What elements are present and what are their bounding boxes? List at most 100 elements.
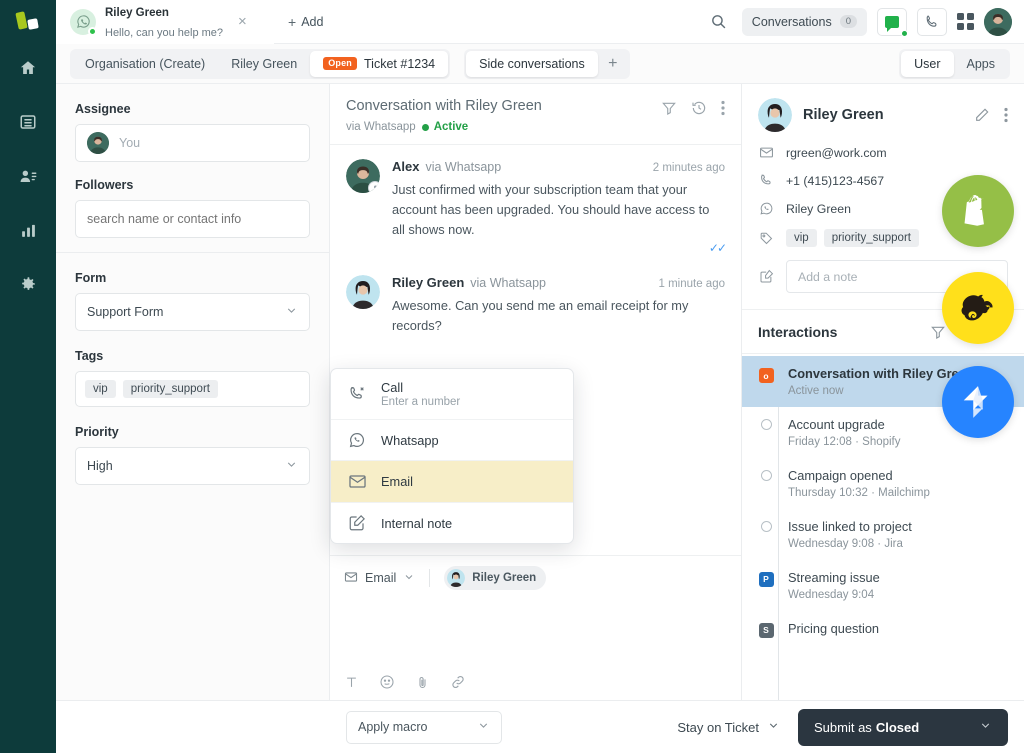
interaction-marker [758,417,774,448]
history-icon[interactable] [691,100,707,116]
composer-textarea[interactable] [344,590,727,674]
tab-riley-green[interactable]: Riley Green [218,51,310,77]
interaction-item[interactable]: S Pricing question [742,611,1024,648]
stay-on-ticket-select[interactable]: Stay on Ticket [677,719,780,735]
filter-icon[interactable] [930,324,946,340]
contact-whatsapp-row[interactable]: Riley Green [758,201,1008,216]
chevron-down-icon[interactable] [994,325,1008,339]
close-tab-icon[interactable]: × [238,14,247,29]
priority-value: High [87,459,113,473]
interaction-item[interactable]: o Conversation with Riley Green Active n… [742,356,1024,407]
message-text: Awesome. Can you send me an email receip… [392,296,725,336]
interaction-meta: Friday 12:08 · Shopify [788,436,901,448]
tags-field[interactable]: vip priority_support [75,371,310,407]
tag-chip[interactable]: vip [85,380,116,398]
interaction-marker: S [758,621,774,638]
tab-apps[interactable]: Apps [954,51,1009,77]
add-note-input[interactable]: Add a note [786,260,1008,293]
menu-item-email-label: Email [381,474,413,489]
refresh-icon[interactable] [962,324,978,340]
left-nav-rail [0,0,56,753]
tag-chip[interactable]: priority_support [824,229,919,247]
composer-recipient-chip[interactable]: Riley Green [444,566,546,590]
interaction-title: Issue linked to project [788,519,912,535]
reports-icon[interactable] [8,216,48,244]
chevron-down-icon [403,571,415,586]
assignee-field[interactable]: You [75,124,310,162]
contact-card: Riley Green [742,84,1024,310]
search-icon[interactable] [706,9,732,35]
inbox-icon[interactable] [8,108,48,136]
apply-macro-select[interactable]: Apply macro [346,711,502,744]
assignee-section: Assignee You Followers [56,84,329,252]
user-avatar[interactable] [984,8,1012,36]
composer-channel-selector[interactable]: Email [344,570,415,587]
app-logo[interactable] [0,0,56,44]
plus-icon: + [608,55,617,73]
conversations-label: Conversations [752,15,832,29]
interaction-item[interactable]: Issue linked to project Wednesday 9:08 ·… [742,509,1024,560]
contact-email-row[interactable]: rgreen@work.com [758,145,1008,160]
contacts-icon[interactable] [8,162,48,190]
apply-macro-label: Apply macro [358,720,427,734]
emoji-icon[interactable] [379,674,395,690]
interaction-title: Conversation with Riley Green [788,366,974,382]
contact-note-row[interactable]: Add a note [758,260,1008,293]
conversations-filter-button[interactable]: Conversations 0 [742,8,867,36]
tab-organisation[interactable]: Organisation (Create) [72,51,218,77]
more-vertical-icon[interactable] [721,100,725,116]
channel-dropdown-menu[interactable]: Call Enter a number Whatsapp [330,368,574,544]
submit-button[interactable]: Submit asClosed [798,709,1008,746]
chevron-down-icon [767,719,780,735]
followers-input[interactable] [75,200,310,238]
contact-whatsapp: Riley Green [786,202,851,216]
chevron-down-icon [477,719,490,735]
ticket-properties-pane: Assignee You Followers Form Support Form [56,84,330,700]
tab-side-conversations[interactable]: Side conversations [466,51,598,77]
conversation-header: Conversation with Riley Green [330,84,741,145]
menu-item-internal-note[interactable]: Internal note [331,502,573,543]
tag-chip[interactable]: vip [786,229,817,247]
message-time: 1 minute ago [659,278,726,290]
interaction-item[interactable]: Account upgrade Friday 12:08 · Shopify [742,407,1024,458]
menu-item-whatsapp[interactable]: Whatsapp [331,419,573,460]
menu-item-call[interactable]: Call Enter a number [331,369,573,419]
chat-icon[interactable] [877,8,907,36]
followers-label: Followers [75,178,310,192]
home-icon[interactable] [8,54,48,82]
tab-riley-green-label: Riley Green [231,57,297,71]
menu-item-whatsapp-label: Whatsapp [381,433,439,448]
interactions-header: Interactions [742,310,1024,354]
contact-tags-row[interactable]: vip priority_support [758,229,1008,247]
menu-item-email[interactable]: Email [331,460,573,502]
interaction-marker [758,468,774,499]
contact-phone-row[interactable]: +1 (415)123-4567 [758,173,1008,188]
status-badge: Open [323,57,357,70]
settings-icon[interactable] [8,270,48,298]
tab-ticket-label: Ticket #1234 [364,57,435,71]
tab-user[interactable]: User [901,51,953,77]
open-conversation-tab[interactable]: Riley Green Hello, can you help me? × [56,0,274,44]
conversation-title: Conversation with Riley Green [346,98,542,114]
link-icon[interactable] [450,674,466,690]
add-side-conversation-button[interactable]: + [598,51,628,77]
submit-prefix: Submit as [814,720,872,735]
more-vertical-icon[interactable] [1004,107,1008,123]
add-tab-button[interactable]: + Add [274,14,337,30]
chevron-down-icon[interactable] [979,719,992,735]
text-format-icon[interactable] [344,675,359,690]
form-select[interactable]: Support Form [75,293,310,331]
filter-icon[interactable] [661,100,677,116]
apps-grid-icon[interactable] [957,13,974,30]
interaction-item[interactable]: Campaign opened Thursday 10:32 · Mailchi… [742,458,1024,509]
tab-ticket-1234[interactable]: Open Ticket #1234 [310,51,448,77]
avatar [447,569,465,587]
priority-select[interactable]: High [75,447,310,485]
phone-icon[interactable] [917,8,947,36]
edit-pencil-icon[interactable] [974,107,990,123]
main-area: Riley Green Hello, can you help me? × + … [56,0,1024,753]
tag-chip[interactable]: priority_support [123,380,218,398]
interaction-item[interactable]: P Streaming issue Wednesday 9:04 [742,560,1024,611]
attachment-icon[interactable] [415,675,430,690]
conversations-count: 0 [840,15,857,29]
